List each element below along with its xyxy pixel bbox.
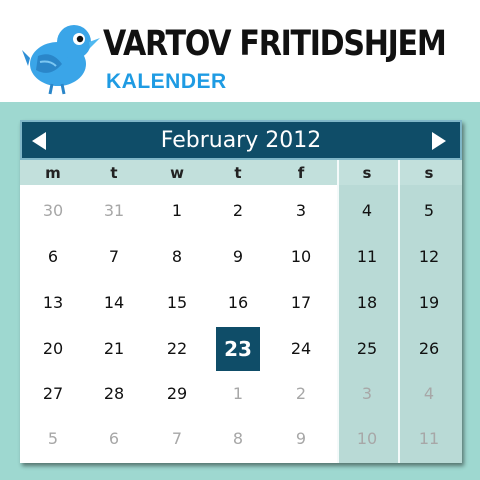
day-cell[interactable]: 27 <box>31 372 75 416</box>
day-cell[interactable]: 10 <box>279 235 323 279</box>
day-cell[interactable]: 14 <box>92 281 136 325</box>
day-cell[interactable]: 1 <box>155 189 199 233</box>
day-cell[interactable]: 17 <box>279 281 323 325</box>
weekend-divider <box>398 160 400 463</box>
day-cell[interactable]: 8 <box>155 235 199 279</box>
day-cell[interactable]: 12 <box>407 235 451 279</box>
site-title: VARTOV FRITIDSHJEM <box>103 24 447 64</box>
day-cell[interactable]: 10 <box>345 417 389 461</box>
day-cell[interactable]: 13 <box>31 281 75 325</box>
day-cell[interactable]: 11 <box>407 417 451 461</box>
month-title: February 2012 <box>160 128 322 153</box>
day-cell[interactable]: 3 <box>345 372 389 416</box>
day-cell[interactable]: 4 <box>345 189 389 233</box>
page-subtitle: KALENDER <box>106 70 227 93</box>
day-cell[interactable]: 15 <box>155 281 199 325</box>
day-cell[interactable]: 22 <box>155 327 199 371</box>
day-cell[interactable]: 26 <box>407 327 451 371</box>
weekend-divider <box>337 160 339 463</box>
weekday-label: s <box>362 164 372 182</box>
day-cell[interactable]: 9 <box>216 235 260 279</box>
weekday-label: t <box>234 164 242 182</box>
day-cell[interactable]: 6 <box>31 235 75 279</box>
day-cell[interactable]: 7 <box>155 417 199 461</box>
calendar-widget: February 2012 m t w t f s s 30 31 1 2 3 4 5 6 7 8… <box>20 120 462 463</box>
day-cell[interactable]: 30 <box>31 189 75 233</box>
day-cell[interactable]: 9 <box>279 417 323 461</box>
day-cell[interactable]: 1 <box>216 372 260 416</box>
day-cell[interactable]: 2 <box>216 189 260 233</box>
day-cell[interactable]: 5 <box>407 189 451 233</box>
day-cell[interactable]: 24 <box>279 327 323 371</box>
day-cell[interactable]: 16 <box>216 281 260 325</box>
day-cell[interactable]: 19 <box>407 281 451 325</box>
day-cell[interactable]: 8 <box>216 417 260 461</box>
weekday-label: f <box>297 164 305 182</box>
day-cell[interactable]: 6 <box>92 417 136 461</box>
weekday-label: t <box>110 164 118 182</box>
day-cell[interactable]: 28 <box>92 372 136 416</box>
bird-logo-icon <box>22 25 100 95</box>
day-cell[interactable]: 4 <box>407 372 451 416</box>
weekday-label: s <box>424 164 434 182</box>
day-cell[interactable]: 3 <box>279 189 323 233</box>
day-cell[interactable]: 2 <box>279 372 323 416</box>
day-cell[interactable]: 29 <box>155 372 199 416</box>
day-cell[interactable]: 11 <box>345 235 389 279</box>
day-cell[interactable]: 7 <box>92 235 136 279</box>
day-cell[interactable]: 20 <box>31 327 75 371</box>
day-cell[interactable]: 5 <box>31 417 75 461</box>
site-header: VARTOV FRITIDSHJEM KALENDER <box>0 0 480 102</box>
day-cell[interactable]: 25 <box>345 327 389 371</box>
day-cell[interactable]: 21 <box>92 327 136 371</box>
weekday-label: w <box>170 164 184 182</box>
day-cell[interactable]: 18 <box>345 281 389 325</box>
day-cell[interactable]: 31 <box>92 189 136 233</box>
selected-day-cell[interactable]: 23 <box>216 327 260 371</box>
weekday-label: m <box>45 164 61 182</box>
calendar-header: February 2012 <box>20 120 462 160</box>
next-month-button[interactable] <box>432 132 446 150</box>
